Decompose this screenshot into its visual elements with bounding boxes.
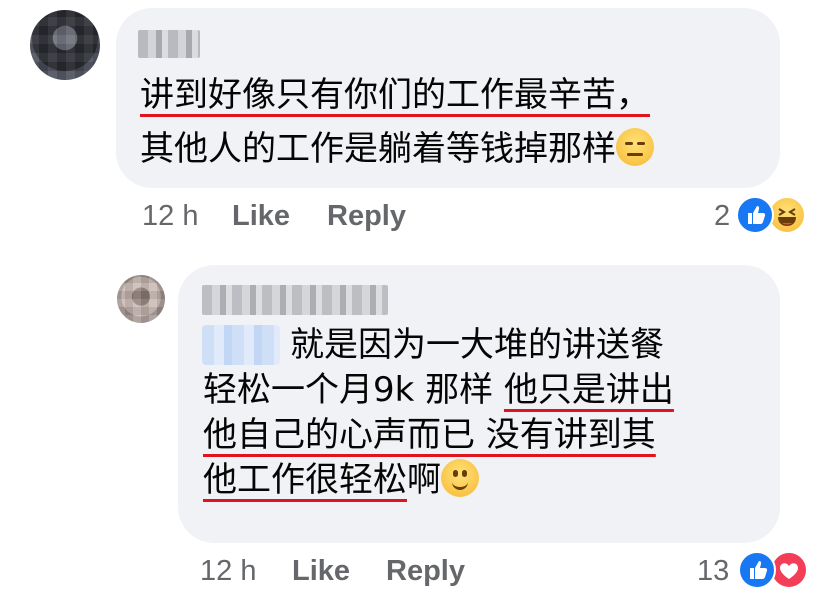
comment-text-line1: 讲到好像只有你们的工作最辛苦， (140, 75, 650, 115)
replier-name-blurred[interactable] (202, 285, 388, 315)
reaction-count[interactable]: 2 (714, 200, 730, 233)
comment-text: 讲到好像只有你们的工作最辛苦， 其他人的工作是躺着等钱掉那样 (140, 68, 654, 176)
mention-tag-blurred[interactable] (202, 325, 280, 365)
reply-reply-button[interactable]: Reply (386, 555, 465, 588)
reply-button[interactable]: Reply (327, 200, 406, 233)
commenter-name-blurred[interactable] (138, 30, 200, 58)
replier-avatar[interactable] (117, 275, 165, 323)
reply-text-line1: 就是因为一大堆的讲送餐 (290, 325, 664, 365)
like-button[interactable]: Like (232, 200, 290, 233)
reply-text-line4: 他工作很轻松 (203, 460, 407, 500)
like-icon[interactable] (738, 551, 776, 589)
reply-like-button[interactable]: Like (292, 555, 350, 588)
expressionless-face-icon (616, 127, 654, 166)
comment-text-line2: 其他人的工作是躺着等钱掉那样 (140, 129, 616, 169)
reply-text: 轻松一个月9k 那样 他只是讲出 他自己的心声而已 没有讲到其 他工作很轻松啊 (203, 368, 674, 503)
comment-timestamp[interactable]: 12 h (142, 200, 198, 233)
reply-text-line4-tail: 啊 (407, 460, 441, 500)
reply-reaction-count[interactable]: 13 (697, 555, 729, 588)
reply-text-line2-underlined: 他只是讲出 (503, 370, 674, 410)
reply-text-line2: 轻松一个月9k 那样 (203, 370, 504, 410)
reply-text-line3: 他自己的心声而已 没有讲到其 (203, 415, 656, 455)
reply-timestamp[interactable]: 12 h (200, 555, 256, 588)
like-icon[interactable] (736, 196, 774, 234)
commenter-avatar[interactable] (30, 10, 100, 80)
smiling-face-icon (441, 458, 479, 497)
